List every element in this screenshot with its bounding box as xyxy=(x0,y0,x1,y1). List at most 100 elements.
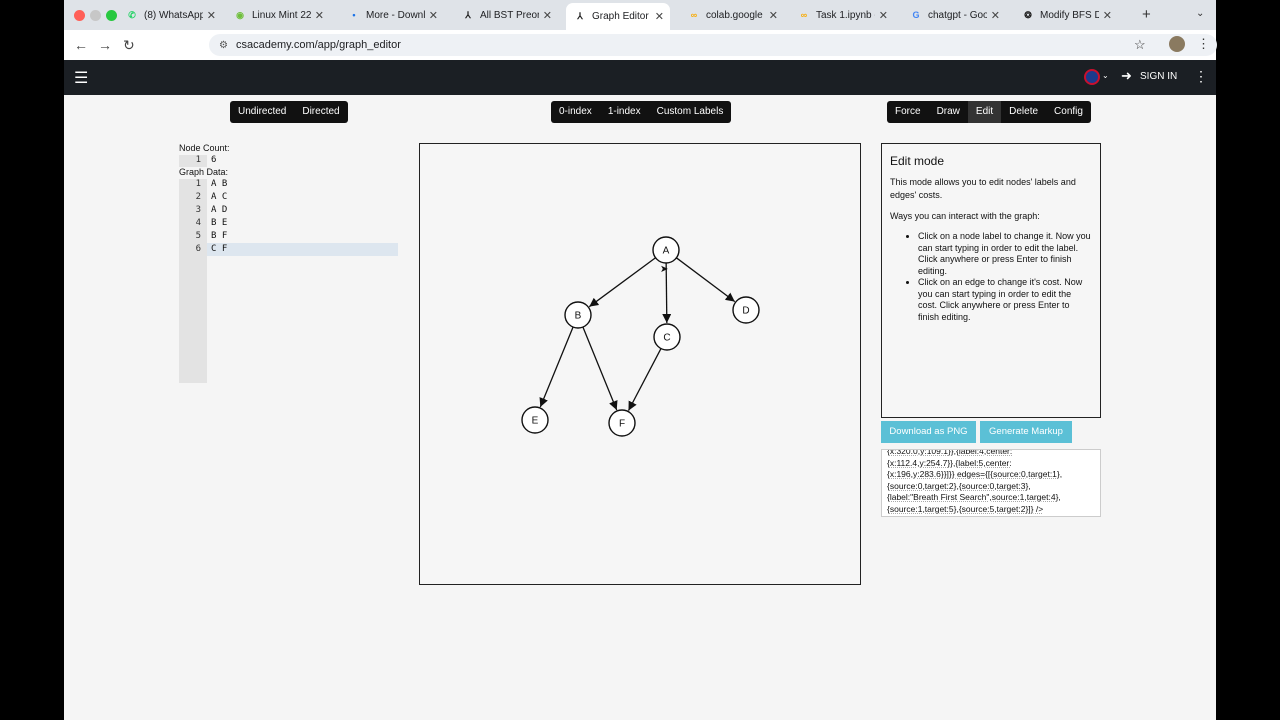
edit-mode-button[interactable]: Edit xyxy=(967,101,1002,123)
whatsapp-icon: ✆ xyxy=(128,9,136,20)
graph-data-line[interactable]: B F xyxy=(211,231,227,241)
active-line-highlight xyxy=(207,243,398,256)
browser-tab[interactable]: ◉ Linux Mint 22.2 ✕ xyxy=(226,4,330,26)
force-mode-button[interactable]: Force xyxy=(887,101,929,123)
line-number: 5 xyxy=(195,231,201,241)
graph-node-label[interactable]: A xyxy=(663,246,670,257)
close-tab-icon[interactable]: ✕ xyxy=(543,9,552,22)
directed-button[interactable]: Directed xyxy=(294,101,347,123)
one-index-button[interactable]: 1-index xyxy=(600,101,649,123)
close-tab-icon[interactable]: ✕ xyxy=(655,10,664,23)
more-options-icon[interactable]: ⋮ xyxy=(1194,68,1208,85)
browser-tab[interactable]: ✆ (8) WhatsApp ✕ xyxy=(118,4,222,26)
line-number: 6 xyxy=(195,244,201,254)
graph-node-D[interactable]: D xyxy=(732,296,760,324)
config-mode-button[interactable]: Config xyxy=(1046,101,1091,123)
delete-mode-button[interactable]: Delete xyxy=(1001,101,1046,123)
page-icon: • xyxy=(352,10,356,20)
graph-data-editor[interactable]: Node Count: 1 6 Graph Data: 1 A B 2 A C 3 A D… xyxy=(179,143,399,383)
line-number: 1 xyxy=(195,179,201,189)
graph-data-line[interactable]: A C xyxy=(211,192,227,202)
forward-icon[interactable]: → xyxy=(98,37,112,53)
tab-search-chevron-icon[interactable]: ⌄ xyxy=(1196,8,1204,19)
hamburger-menu-icon[interactable]: ☰ xyxy=(74,68,88,88)
graph-node-label[interactable]: D xyxy=(742,306,749,317)
tab-title: All BST Preorder xyxy=(480,9,539,21)
graph-node-label[interactable]: B xyxy=(575,311,582,322)
graph-data-line[interactable]: C F xyxy=(211,244,227,254)
browser-tab[interactable]: • More - Downloa ✕ xyxy=(340,4,444,26)
close-tab-icon[interactable]: ✕ xyxy=(429,9,438,22)
close-tab-icon[interactable]: ✕ xyxy=(879,9,888,22)
info-bullet: Click on a node label to change it. Now … xyxy=(918,231,1092,277)
draw-mode-button[interactable]: Draw xyxy=(929,101,968,123)
graph-edge-B-F[interactable] xyxy=(582,326,618,411)
address-bar-row: ← → ↻ ⚙ csacademy.com/app/graph_editor ☆… xyxy=(64,30,1217,60)
graph-edge-A-D[interactable] xyxy=(676,257,736,303)
markup-output-textarea[interactable]: {x:320.0,y:109.1}},{label:4,center: {x:11… xyxy=(881,449,1101,517)
graph-canvas[interactable]: A B C D E F ➤ xyxy=(419,143,861,585)
sign-in-link[interactable]: SIGN IN xyxy=(1140,71,1177,82)
site-info-icon[interactable]: ⚙ xyxy=(219,40,228,51)
graph-node-A[interactable]: A xyxy=(652,236,680,264)
graph-edge-A-B[interactable] xyxy=(588,257,656,308)
mode-toggle-group: Force Draw Edit Delete Config xyxy=(887,101,1091,123)
graph-data-line[interactable]: B E xyxy=(211,218,227,228)
graph-node-E[interactable]: E xyxy=(521,406,549,434)
undirected-button[interactable]: Undirected xyxy=(230,101,294,123)
line-number: 2 xyxy=(195,192,201,202)
profile-avatar[interactable] xyxy=(1169,36,1185,52)
generate-markup-button[interactable]: Generate Markup xyxy=(980,421,1072,443)
reload-icon[interactable]: ↻ xyxy=(123,37,135,54)
direction-toggle-group: Undirected Directed xyxy=(230,101,348,123)
graph-svg[interactable]: A B C D E F xyxy=(420,144,860,584)
close-tab-icon[interactable]: ✕ xyxy=(207,9,216,22)
url-bar[interactable]: ⚙ csacademy.com/app/graph_editor xyxy=(209,34,1217,56)
line-number: 3 xyxy=(195,205,201,215)
browser-tab[interactable]: ⅄ Graph Editor ✕ xyxy=(566,3,670,30)
zoom-window-button[interactable] xyxy=(106,10,117,21)
node-count-value[interactable]: 6 xyxy=(211,155,216,165)
markup-line: {x:320.0,y:109.1}},{label:4,center: xyxy=(887,449,1013,456)
browser-tab[interactable]: ∞ Task 1.ipynb - Co ✕ xyxy=(790,4,894,26)
minimize-window-button[interactable] xyxy=(90,10,101,21)
graph-node-B[interactable]: B xyxy=(564,301,592,329)
browser-tab[interactable]: ∞ colab.google ✕ xyxy=(680,4,784,26)
graph-edge-C-F[interactable] xyxy=(627,348,662,411)
tab-title: Linux Mint 22.2 xyxy=(252,9,311,21)
browser-tab[interactable]: ⅄ All BST Preorder ✕ xyxy=(454,4,558,26)
markup-line: {source:0,target:2},{source:0,target:3}, xyxy=(887,480,1031,491)
bookmark-star-icon[interactable]: ☆ xyxy=(1134,37,1146,53)
graph-node-C[interactable]: C xyxy=(653,323,681,351)
language-chevron-icon[interactable]: ⌄ xyxy=(1102,71,1109,80)
new-tab-icon[interactable]: + xyxy=(1142,6,1151,23)
tab-title: chatgpt - Google xyxy=(928,9,987,21)
zero-index-button[interactable]: 0-index xyxy=(551,101,600,123)
graph-node-label[interactable]: E xyxy=(532,416,539,427)
browser-tab[interactable]: Gchatgpt - Google ✕ xyxy=(902,4,1006,26)
browser-menu-icon[interactable]: ⋮ xyxy=(1197,36,1210,52)
browser-tab[interactable]: ❂ Modify BFS DFS ✕ xyxy=(1014,4,1118,26)
sign-in-icon[interactable]: ➜ xyxy=(1121,68,1132,84)
graph-node-F[interactable]: F xyxy=(608,409,636,437)
uk-flag-icon[interactable] xyxy=(1084,69,1100,85)
graph-icon: ⅄ xyxy=(577,11,583,21)
close-tab-icon[interactable]: ✕ xyxy=(315,9,324,22)
tab-title: (8) WhatsApp xyxy=(144,9,203,21)
close-window-button[interactable] xyxy=(74,10,85,21)
close-tab-icon[interactable]: ✕ xyxy=(991,9,1000,22)
graph-data-line[interactable]: A B xyxy=(211,179,227,189)
graph-node-label[interactable]: C xyxy=(663,333,670,344)
close-tab-icon[interactable]: ✕ xyxy=(1103,9,1112,22)
markup-line: {x:112.4,y:254.7}},{label:5,center: xyxy=(887,457,1012,468)
custom-labels-button[interactable]: Custom Labels xyxy=(649,101,732,123)
download-png-button[interactable]: Download as PNG xyxy=(881,421,976,443)
close-tab-icon[interactable]: ✕ xyxy=(769,9,778,22)
info-bullet: Click on an edge to change it's cost. No… xyxy=(918,277,1092,323)
graph-edge-B-E[interactable] xyxy=(539,326,574,408)
back-icon[interactable]: ← xyxy=(74,37,88,53)
graph-data-line[interactable]: A D xyxy=(211,205,227,215)
index-toggle-group: 0-index 1-index Custom Labels xyxy=(551,101,732,123)
app-navbar: ☰ ⌄ ➜ SIGN IN ⋮ xyxy=(64,60,1216,95)
graph-node-label[interactable]: F xyxy=(619,419,625,430)
